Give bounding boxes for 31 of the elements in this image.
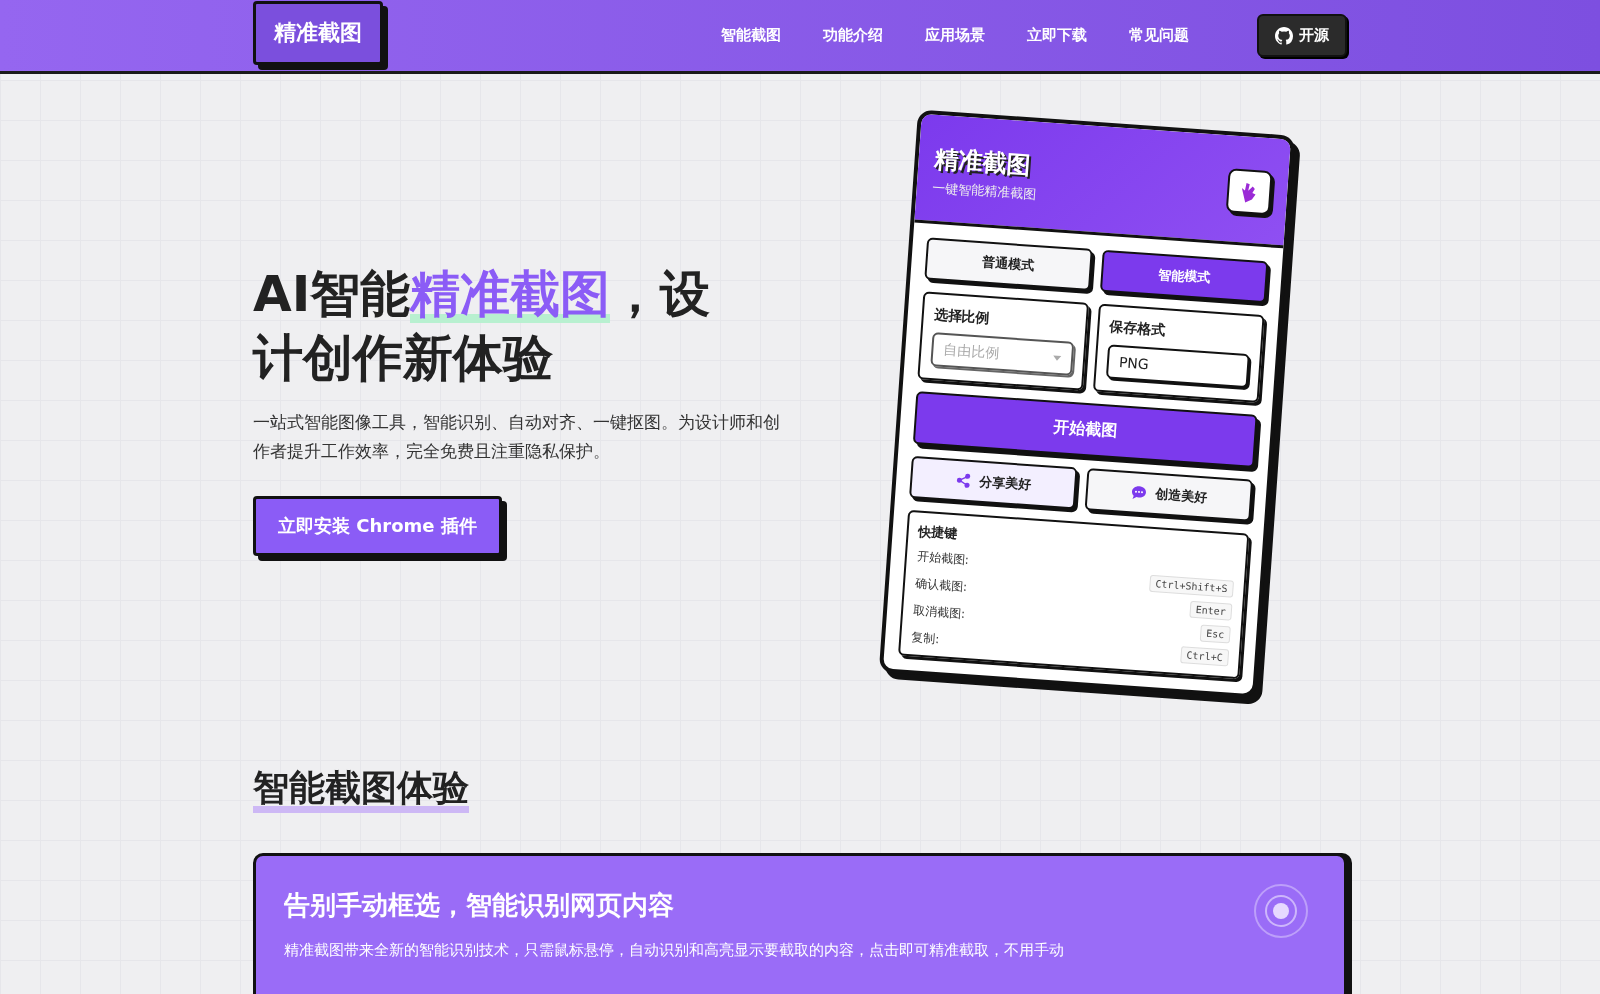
shortcut-label: 取消截图: [912,602,966,623]
nav-link[interactable]: 立即下载 [1027,26,1087,45]
mode-tab[interactable]: 智能模式 [1099,249,1269,304]
format-input-field[interactable]: PNG [1105,344,1250,389]
shortcut-label: 开始截图: [916,548,970,570]
shortcut-label: 复制: [910,629,941,649]
key-badge: Enter [1189,600,1233,621]
start-capture-button[interactable]: 开始截图 [912,391,1258,468]
nav-link[interactable]: 功能介绍 [823,26,883,45]
shortcut-label: 确认截图: [914,575,968,597]
feature-description: 精准截图带来全新的智能识别技术，只需鼠标悬停，自动识别和高亮显示要截取的内容，点击即可精准截取，不用手动 [284,941,1065,960]
shortcuts-title: 快捷键 [918,522,960,544]
nav-link[interactable]: 应用场景 [925,26,985,45]
option-label: 保存格式 [1108,318,1167,341]
github-icon [1275,26,1293,45]
option-label: 选择比例 [933,306,992,328]
caret-icon [1053,355,1062,361]
key-badge: Ctrl+C [1180,646,1230,667]
key-badge: Ctrl+Shift+S [1148,574,1235,598]
nav-link[interactable]: 智能截图 [721,26,781,45]
key-badge: Esc [1199,624,1231,644]
nav-link[interactable]: 常见问题 [1129,26,1189,45]
target-icon [1254,883,1308,938]
create-button[interactable]: 创造美好 [1084,468,1254,522]
hero-heading: AI智能精准截图，设计创作新体验 [253,264,712,389]
hero-description: 一站式智能图像工具，智能识别、自动对齐、一键抠图。为设计师和创作者提升工作效率，完全免费且注重隐私保护。 [253,411,781,463]
feature-title: 告别手动框选，智能识别网页内容 [284,889,674,922]
mode-tab[interactable]: 普通模式 [924,237,1093,291]
share-icon [954,472,972,490]
github-button[interactable]: 开源 [1257,14,1347,57]
share-button[interactable]: 分享美好 [909,455,1078,510]
